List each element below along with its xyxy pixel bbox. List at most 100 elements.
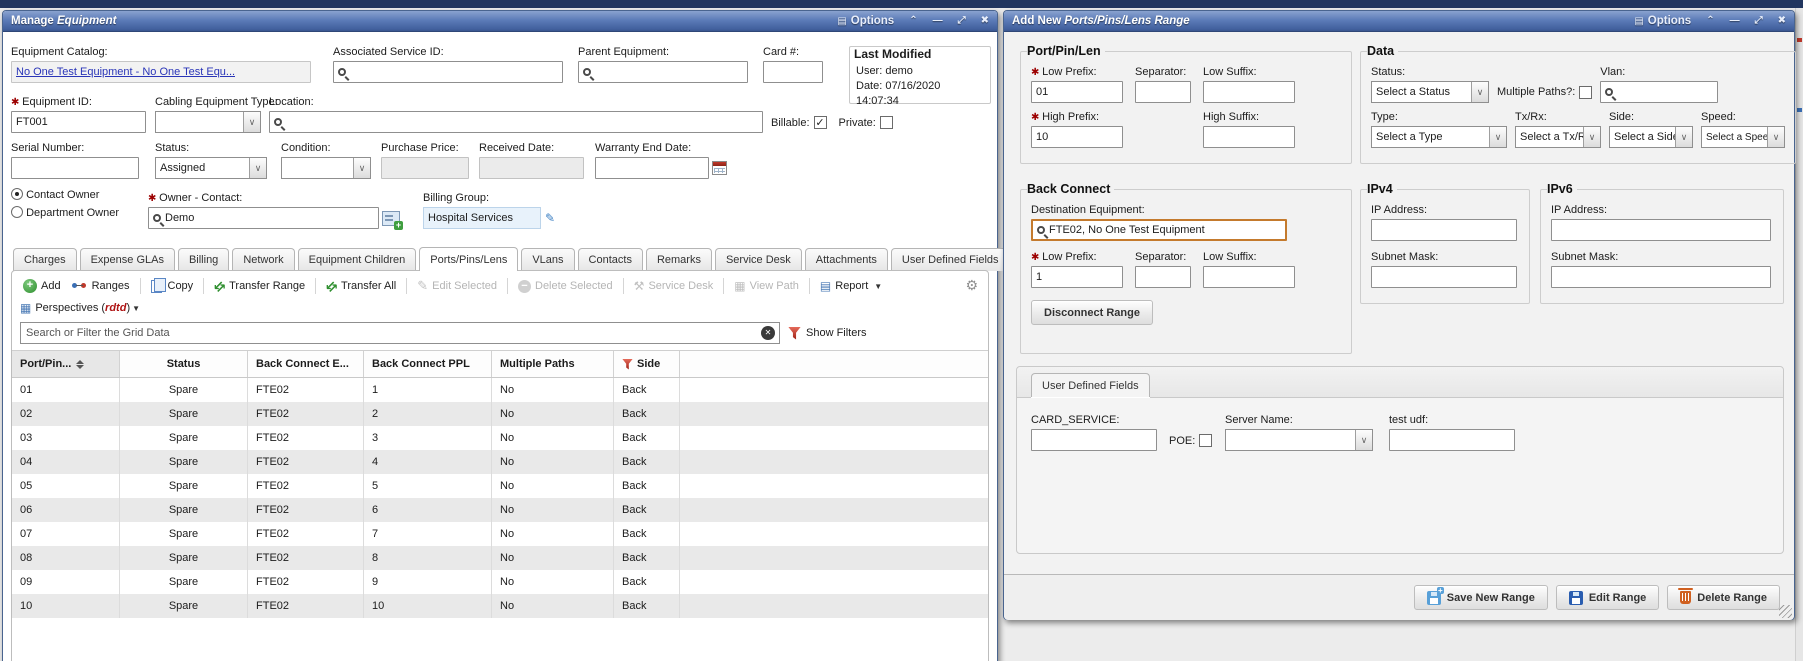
ipv6-subnet-input[interactable] (1551, 266, 1771, 288)
manage-equipment-titlebar[interactable]: Manage Equipment ▤Options ⌃ — ⤢ ✖ (3, 11, 997, 32)
bc-low-suffix-input[interactable] (1203, 266, 1295, 288)
department-owner-radio[interactable] (11, 206, 23, 218)
disconnect-range-button[interactable]: Disconnect Range (1031, 300, 1153, 325)
parent-equipment-input[interactable] (578, 61, 748, 83)
tab-equipment-children[interactable]: Equipment Children (298, 248, 417, 271)
side-select[interactable]: Select a Side (1609, 126, 1693, 148)
view-path-button[interactable]: ▦View Path (731, 277, 802, 295)
calendar-icon[interactable] (712, 161, 727, 175)
close-button[interactable]: ✖ (981, 16, 989, 26)
table-row[interactable]: 05SpareFTE025NoBack (12, 474, 988, 498)
popout-button[interactable]: ⤢ (958, 16, 966, 26)
column-header-side[interactable]: Side (614, 351, 680, 377)
column-header-status[interactable]: Status (120, 351, 248, 377)
minimize-button[interactable]: — (933, 16, 943, 26)
close-button[interactable]: ✖ (1778, 16, 1786, 26)
column-header-port-pin[interactable]: Port/Pin... (12, 351, 120, 377)
add-contact-icon[interactable] (382, 211, 400, 226)
destination-equipment-input[interactable]: FTE02, No One Test Equipment (1031, 219, 1287, 241)
test-udf-input[interactable] (1389, 429, 1515, 451)
speed-select[interactable]: Select a Speed (1701, 126, 1785, 148)
ipv6-address-input[interactable] (1551, 219, 1771, 241)
delete-selected-button[interactable]: −Delete Selected (515, 278, 616, 295)
warranty-end-date-input[interactable] (595, 157, 709, 179)
column-header-back-connect-ppl[interactable]: Back Connect PPL (364, 351, 492, 377)
edit-range-button[interactable]: Edit Range (1556, 585, 1659, 610)
tab-contacts[interactable]: Contacts (578, 248, 643, 271)
options-button[interactable]: ▤Options (837, 15, 894, 27)
report-button[interactable]: ▤Report▼ (817, 277, 885, 295)
contact-owner-radio-row[interactable]: Contact Owner (11, 188, 119, 201)
table-row[interactable]: 04SpareFTE024NoBack (12, 450, 988, 474)
minimize-button[interactable]: — (1730, 16, 1740, 26)
status-select[interactable]: Assigned (155, 157, 267, 179)
owner-contact-input[interactable]: Demo (148, 207, 379, 229)
tab-billing[interactable]: Billing (178, 248, 229, 271)
tab-user-defined-fields[interactable]: User Defined Fields (891, 248, 1010, 271)
add-ports-range-titlebar[interactable]: Add New Ports/Pins/Lens Range ▤Options ⌃… (1004, 11, 1794, 32)
grid-search-input[interactable] (20, 322, 780, 344)
table-row[interactable]: 06SpareFTE026NoBack (12, 498, 988, 522)
popout-button[interactable]: ⤢ (1755, 16, 1763, 26)
private-checkbox[interactable] (880, 116, 893, 129)
low-prefix-input[interactable]: 01 (1031, 81, 1123, 103)
multiple-paths-checkbox[interactable] (1579, 86, 1592, 99)
type-select[interactable]: Select a Type (1371, 126, 1507, 148)
billing-group-field[interactable]: Hospital Services (423, 207, 541, 229)
table-row[interactable]: 07SpareFTE027NoBack (12, 522, 988, 546)
collapse-button[interactable]: ⌃ (909, 16, 917, 26)
contact-owner-radio[interactable] (11, 188, 23, 200)
service-desk-button[interactable]: ⚒Service Desk (631, 277, 717, 295)
tab-expense-glas[interactable]: Expense GLAs (80, 248, 175, 271)
txrx-select[interactable]: Select a Tx/Rx (1515, 126, 1601, 148)
vlan-input[interactable] (1600, 81, 1718, 103)
ranges-button[interactable]: Ranges (69, 278, 133, 294)
card-number-input[interactable] (763, 61, 823, 83)
high-prefix-input[interactable]: 10 (1031, 126, 1123, 148)
show-filters-button[interactable]: Show Filters (788, 327, 867, 340)
perspectives-button[interactable]: Perspectives (rdtd)▼ (35, 302, 140, 314)
tab-service-desk[interactable]: Service Desk (715, 248, 802, 271)
separator-input[interactable] (1135, 81, 1191, 103)
table-row[interactable]: 10SpareFTE0210NoBack (12, 594, 988, 618)
cabling-equipment-type-select[interactable] (155, 111, 261, 133)
tab-attachments[interactable]: Attachments (805, 248, 888, 271)
bc-separator-input[interactable] (1135, 266, 1191, 288)
billable-checkbox[interactable] (814, 116, 827, 129)
condition-select[interactable] (281, 157, 371, 179)
tab-charges[interactable]: Charges (13, 248, 77, 271)
table-row[interactable]: 08SpareFTE028NoBack (12, 546, 988, 570)
tab-ports-pins-lens[interactable]: Ports/Pins/Lens (419, 247, 518, 271)
high-suffix-input[interactable] (1203, 126, 1295, 148)
column-header-back-connect-e[interactable]: Back Connect E... (248, 351, 364, 377)
resize-grip[interactable] (1779, 605, 1792, 618)
department-owner-radio-row[interactable]: Department Owner (11, 206, 119, 219)
options-button[interactable]: ▤Options (1634, 15, 1691, 27)
save-new-range-button[interactable]: +Save New Range (1414, 585, 1548, 610)
equipment-id-input[interactable]: FT001 (11, 111, 146, 133)
clear-search-icon[interactable]: ✕ (761, 326, 775, 340)
ipv4-address-input[interactable] (1371, 219, 1517, 241)
ipv4-subnet-input[interactable] (1371, 266, 1517, 288)
collapse-button[interactable]: ⌃ (1706, 16, 1714, 26)
card-service-input[interactable] (1031, 429, 1157, 451)
location-input[interactable] (269, 111, 763, 133)
associated-service-id-input[interactable] (333, 61, 563, 83)
tab-user-defined-fields[interactable]: User Defined Fields (1031, 373, 1150, 397)
table-row[interactable]: 02SpareFTE022NoBack (12, 402, 988, 426)
edit-selected-button[interactable]: ✎Edit Selected (414, 276, 500, 296)
status-select[interactable]: Select a Status (1371, 81, 1489, 103)
edit-pencil-icon[interactable]: ✎ (545, 211, 555, 225)
equipment-catalog-link[interactable]: No One Test Equipment - No One Test Equ.… (16, 66, 235, 78)
copy-button[interactable]: Copy (148, 278, 197, 295)
transfer-all-button[interactable]: ⇆Transfer All (323, 278, 399, 295)
table-row[interactable]: 01SpareFTE021NoBack (12, 378, 988, 402)
tab-network[interactable]: Network (232, 248, 294, 271)
tab-vlans[interactable]: VLans (521, 248, 574, 271)
poe-checkbox[interactable] (1199, 434, 1212, 447)
column-header-multiple-paths[interactable]: Multiple Paths (492, 351, 614, 377)
low-suffix-input[interactable] (1203, 81, 1295, 103)
delete-range-button[interactable]: Delete Range (1667, 585, 1780, 610)
transfer-range-button[interactable]: ⇆Transfer Range (211, 278, 308, 295)
table-row[interactable]: 03SpareFTE023NoBack (12, 426, 988, 450)
